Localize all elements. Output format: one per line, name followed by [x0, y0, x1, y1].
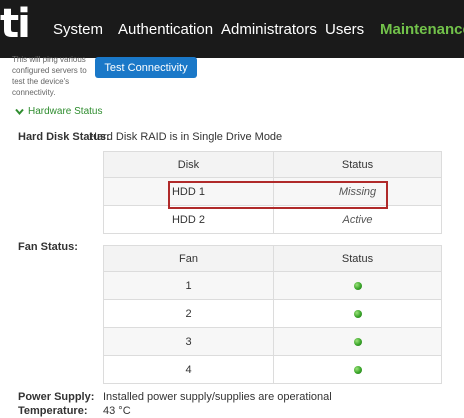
green-status-dot-icon: [353, 337, 362, 346]
nav-item-users[interactable]: Users: [325, 0, 364, 58]
hard-disk-status-value: Hard Disk RAID is in Single Drive Mode: [89, 131, 283, 143]
fan-number: 2: [103, 299, 274, 328]
test-connectivity-button[interactable]: Test Connectivity: [95, 57, 197, 78]
disk-column-header: Disk: [103, 151, 274, 178]
fan-status-label: Fan Status:: [18, 241, 78, 253]
power-supply-value: Installed power supply/supplies are oper…: [103, 391, 332, 403]
green-status-dot-icon: [353, 281, 362, 290]
table-row: 2: [103, 299, 442, 328]
green-status-dot-icon: [353, 365, 362, 374]
disk-status: Missing: [273, 177, 442, 206]
fan-table-header: Fan Status: [103, 245, 442, 272]
table-row: 4: [103, 355, 442, 384]
hardware-status-toggle[interactable]: Hardware Status: [15, 106, 102, 117]
fan-table: Fan Status 1 2 3 4: [103, 245, 442, 384]
table-row: HDD 2 Active: [103, 205, 442, 234]
power-supply-label: Power Supply:: [18, 391, 95, 403]
brand-logo: ti: [0, 4, 28, 47]
nav-item-administrators[interactable]: Administrators: [221, 0, 317, 58]
disk-name: HDD 1: [103, 177, 274, 206]
fan-column-header: Fan: [103, 245, 274, 272]
fan-number: 3: [103, 327, 274, 356]
table-row: 3: [103, 327, 442, 356]
nav-item-maintenance[interactable]: Maintenance: [380, 0, 464, 58]
table-row: HDD 1 Missing: [103, 177, 442, 206]
disk-table: Disk Status HDD 1 Missing HDD 2 Active: [103, 151, 442, 234]
connectivity-description: This will ping various configured server…: [12, 55, 87, 97]
disk-status-column-header: Status: [273, 151, 442, 178]
fan-status-column-header: Status: [273, 245, 442, 272]
nav-item-system[interactable]: System: [53, 0, 103, 58]
hardware-status-title: Hardware Status: [28, 106, 103, 117]
disk-table-header: Disk Status: [103, 151, 442, 178]
temperature-value: 43 °C: [103, 405, 131, 417]
fan-number: 4: [103, 355, 274, 384]
disk-status: Active: [273, 205, 442, 234]
top-navigation-bar: ti System Authentication Administrators …: [0, 0, 464, 58]
nav-item-authentication[interactable]: Authentication: [118, 0, 213, 58]
disk-name: HDD 2: [103, 205, 274, 234]
temperature-label: Temperature:: [18, 405, 88, 417]
fan-number: 1: [103, 271, 274, 300]
table-row: 1: [103, 271, 442, 300]
green-status-dot-icon: [353, 309, 362, 318]
chevron-down-icon: [15, 107, 24, 116]
